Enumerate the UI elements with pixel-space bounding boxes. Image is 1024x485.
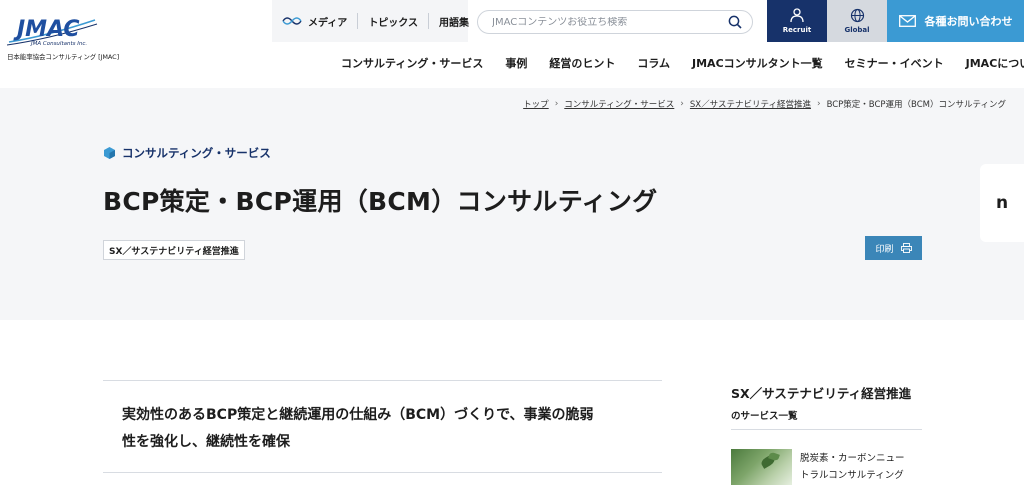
logo-text: JMAC <box>13 17 80 42</box>
aside-heading: SX／サステナビリティ経営推進 のサービス一覧 <box>731 383 931 427</box>
lead-divider-top <box>103 380 662 381</box>
side-floating-tab[interactable]: n <box>980 164 1024 242</box>
lead-statement: 実効性のあるBCP策定と継続運用の仕組み（BCM）づくりで、事業の脆弱 性を強化… <box>122 402 642 456</box>
utility-nav: メディア トピックス 用語集 <box>272 0 479 42</box>
breadcrumb-chevron-icon: › <box>680 99 684 109</box>
page-category-label: コンサルティング・サービス <box>122 146 271 160</box>
utility-nav-topics[interactable]: トピックス <box>358 13 430 29</box>
breadcrumb-chevron-icon: › <box>554 99 559 109</box>
logo-tagline: JMA Consultants Inc. <box>30 41 87 47</box>
nav-consulting-services[interactable]: コンサルティング・サービス <box>330 55 494 71</box>
recruit-person-icon <box>790 8 804 23</box>
logo-subtitle: 日本能率協会コンサルティング [JMAC] <box>7 53 120 61</box>
nav-columns[interactable]: コラム <box>626 55 681 71</box>
site-header: JMAC JMA Consultants Inc. 日本能率協会コンサルティング… <box>0 0 1024 88</box>
breadcrumb: トップ › コンサルティング・サービス › SX／サステナビリティ経営推進 › … <box>523 98 1006 110</box>
mail-icon <box>898 15 916 27</box>
aside-heading-title: SX／サステナビリティ経営推進 <box>731 386 912 401</box>
utility-nav-glossary-label: 用語集 <box>439 17 470 29</box>
lead-line-2: 性を強化し、継続性を確保 <box>122 434 290 450</box>
service-list-item-line-2: トラルコンサルティング <box>800 470 904 481</box>
printer-icon <box>900 243 912 253</box>
utility-nav-media[interactable]: メディア <box>272 13 359 29</box>
nav-about-jmac[interactable]: JMACについて <box>955 55 1024 71</box>
global-button[interactable]: Global <box>827 0 887 42</box>
lead-line-1: 実効性のあるBCP策定と継続運用の仕組み（BCM）づくりで、事業の脆弱 <box>122 407 594 423</box>
page-title: BCP策定・BCP運用（BCM）コンサルティング <box>103 187 658 216</box>
search-input[interactable] <box>492 16 728 28</box>
page-category: コンサルティング・サービス <box>104 145 271 161</box>
lead-divider-bottom <box>103 472 662 473</box>
aside-divider <box>731 429 922 430</box>
utility-nav-media-label: メディア <box>308 17 348 29</box>
category-tag[interactable]: SX／サステナビリティ経営推進 <box>103 240 245 260</box>
utility-nav-topics-label: トピックス <box>368 17 419 29</box>
nav-seminars-events[interactable]: セミナー・イベント <box>834 55 955 71</box>
breadcrumb-current: BCP策定・BCP運用（BCM）コンサルティング <box>826 100 1006 110</box>
breadcrumb-consulting-services[interactable]: コンサルティング・サービス <box>564 98 674 110</box>
print-label: 印刷 <box>875 244 894 255</box>
search-icon[interactable] <box>728 15 742 29</box>
main-nav: コンサルティング・サービス 事例 経営のヒント コラム JMACコンサルタント一… <box>330 55 1024 71</box>
breadcrumb-chevron-icon: › <box>816 99 821 109</box>
contact-label: 各種お問い合わせ <box>924 15 1013 28</box>
print-button[interactable]: 印刷 <box>865 236 922 260</box>
recruit-button[interactable]: Recruit <box>767 0 827 42</box>
nav-case-studies[interactable]: 事例 <box>494 55 538 71</box>
contact-button[interactable]: 各種お問い合わせ <box>887 0 1024 42</box>
breadcrumb-top[interactable]: トップ <box>523 98 549 110</box>
hexagon-icon <box>104 147 115 159</box>
aside-heading-suffix: のサービス一覧 <box>731 411 798 422</box>
service-thumbnail-image[interactable] <box>731 449 792 485</box>
page-hero: トップ › コンサルティング・サービス › SX／サステナビリティ経営推進 › … <box>0 88 1024 320</box>
globe-icon <box>850 8 864 23</box>
nav-consultants[interactable]: JMACコンサルタント一覧 <box>681 55 834 71</box>
media-icon <box>282 17 302 25</box>
global-label: Global <box>844 26 870 34</box>
recruit-label: Recruit <box>782 26 812 34</box>
nav-management-hints[interactable]: 経営のヒント <box>538 55 626 71</box>
jmac-logo-mark: JMAC JMA Consultants Inc. <box>7 17 98 47</box>
breadcrumb-sx-sustainability[interactable]: SX／サステナビリティ経営推進 <box>690 98 811 110</box>
utility-nav-glossary[interactable]: 用語集 <box>429 13 479 29</box>
site-search <box>477 10 753 34</box>
service-list-item[interactable]: 脱炭素・カーボンニュー トラルコンサルティング <box>800 450 922 484</box>
service-list-item-line-1: 脱炭素・カーボンニュー <box>800 453 905 464</box>
